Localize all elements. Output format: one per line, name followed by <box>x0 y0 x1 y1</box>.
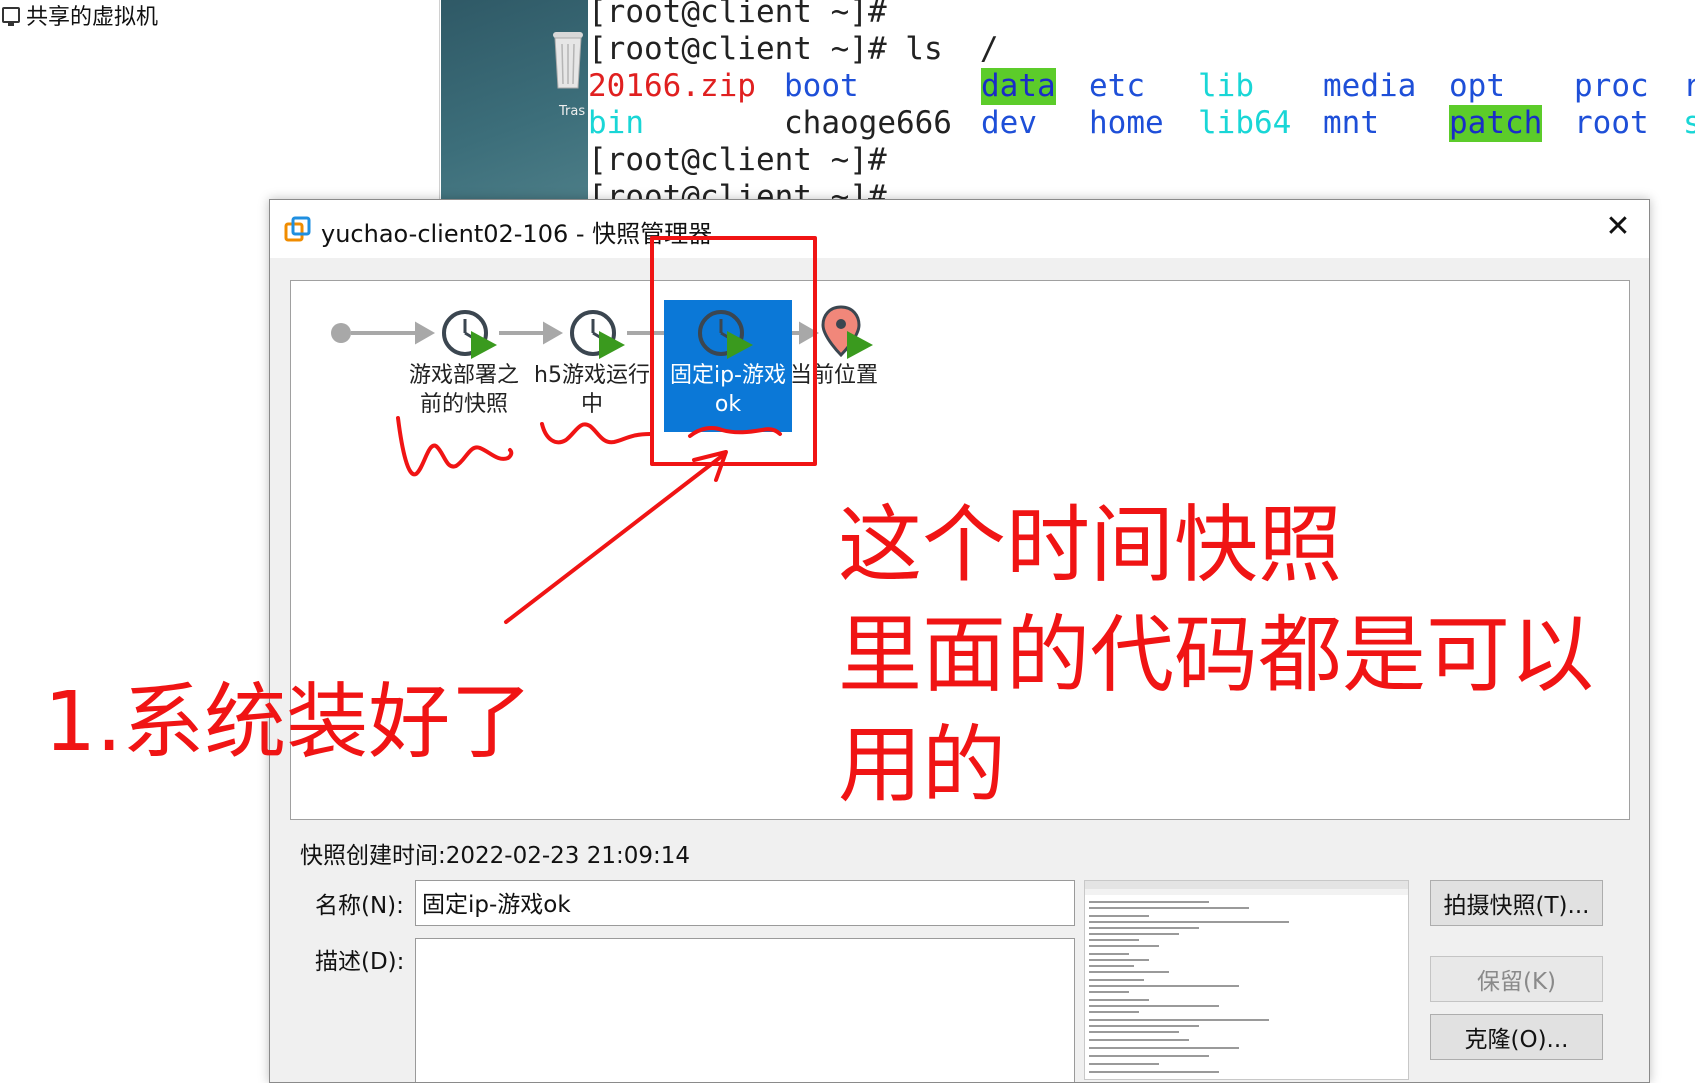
snapshot-description-field[interactable] <box>415 938 1075 1082</box>
dialog-title: yuchao-client02-106 - 快照管理器 <box>321 220 713 248</box>
snapshot-label-line: ok <box>714 392 742 417</box>
dialog-titlebar[interactable]: yuchao-client02-106 - 快照管理器 ✕ <box>270 200 1649 258</box>
terminal-entry-dir: root <box>1574 105 1649 141</box>
shared-vm-icon <box>2 7 20 26</box>
vmware-icon <box>284 216 311 242</box>
terminal-line: [root@client ~]# <box>588 179 887 200</box>
snapshot-clock-icon[interactable] <box>441 307 501 363</box>
snapshot-clock-icon[interactable] <box>569 307 629 363</box>
snapshot-label-line: 中 <box>580 392 603 417</box>
terminal-entry-dir: home <box>1089 105 1164 141</box>
snapshot-node-label[interactable]: h5游戏运行 中 <box>527 361 657 419</box>
annotation-note-left: 1.系统装好了 <box>44 675 533 770</box>
terminal-entry-dir: data <box>981 68 1056 105</box>
sidebar-item-shared-vms[interactable]: 共享的虚拟机 <box>0 0 158 30</box>
terminal-entry-file: 20166.zip <box>588 68 756 104</box>
terminal-line: [root@client ~]# <box>588 142 887 178</box>
terminal-entry-dir: boot <box>784 68 859 104</box>
snapshot-label-line: 前的快照 <box>419 392 508 417</box>
snapshot-name-field[interactable]: 固定ip-游戏ok <box>415 880 1075 926</box>
keep-button[interactable]: 保留(K) <box>1430 956 1603 1002</box>
guest-desktop: Tras <box>441 0 588 200</box>
snapshot-node-label[interactable]: 当前位置 <box>769 361 899 390</box>
timeline-root-dot <box>331 323 351 343</box>
terminal-entry-dir: opt <box>1449 68 1505 104</box>
annotation-note-right-line2: 里面的代码都是可以 <box>838 606 1595 704</box>
sidebar-item-label: 共享的虚拟机 <box>26 5 159 30</box>
current-location-icon[interactable] <box>819 303 875 363</box>
annotation-note-right-line3: 用的 <box>838 716 1007 814</box>
snapshot-clock-icon <box>698 310 753 359</box>
terminal-entry-link: lib <box>1198 68 1254 104</box>
thumbnail-image <box>1085 881 1408 1073</box>
annotation-note-right-line1: 这个时间快照 <box>838 496 1343 594</box>
snapshot-label-line: 当前位置 <box>789 363 878 388</box>
description-label: 描述(D): <box>315 949 405 975</box>
snapshot-label-line: h5游戏运行 <box>534 363 650 388</box>
clone-button[interactable]: 克隆(O)... <box>1430 1014 1603 1060</box>
terminal-entry-link: s <box>1683 105 1695 141</box>
snapshot-label-line: 游戏部署之 <box>408 363 519 388</box>
terminal-entry-file: chaoge666 <box>784 105 952 141</box>
terminal-entry-dir: media <box>1323 68 1417 104</box>
terminal-entry-dir: dev <box>981 105 1037 141</box>
terminal-entry-link: lib64 <box>1198 105 1292 141</box>
trash-label: Tras <box>559 104 586 119</box>
terminal-line: [root@client ~]# <box>588 0 887 30</box>
screen: 共享的虚拟机 Tras [root@client ~]# [root@clien… <box>0 0 1695 1083</box>
snapshot-screenshot-thumbnail <box>1084 880 1409 1080</box>
take-snapshot-button[interactable]: 拍摄快照(T)... <box>1430 880 1603 926</box>
terminal-output[interactable]: [root@client ~]# [root@client ~]# ls / 2… <box>588 0 1695 200</box>
terminal-entry-dir: proc <box>1574 68 1649 104</box>
terminal-entry-dir: patch <box>1449 105 1543 142</box>
snapshot-created-time: 快照创建时间:2022-02-23 21:09:14 <box>300 843 691 869</box>
terminal-entry-link: bin <box>588 105 644 141</box>
trash-icon[interactable] <box>549 22 585 92</box>
close-button[interactable]: ✕ <box>1603 212 1633 242</box>
terminal-entry-dir: mnt <box>1323 105 1379 141</box>
terminal-line: [root@client ~]# ls / <box>588 31 999 67</box>
snapshot-node-label[interactable]: 游戏部署之 前的快照 <box>399 361 529 419</box>
terminal-entry-dir: r <box>1683 68 1695 104</box>
terminal-entry-dir: etc <box>1089 68 1145 104</box>
name-label: 名称(N): <box>315 893 404 919</box>
